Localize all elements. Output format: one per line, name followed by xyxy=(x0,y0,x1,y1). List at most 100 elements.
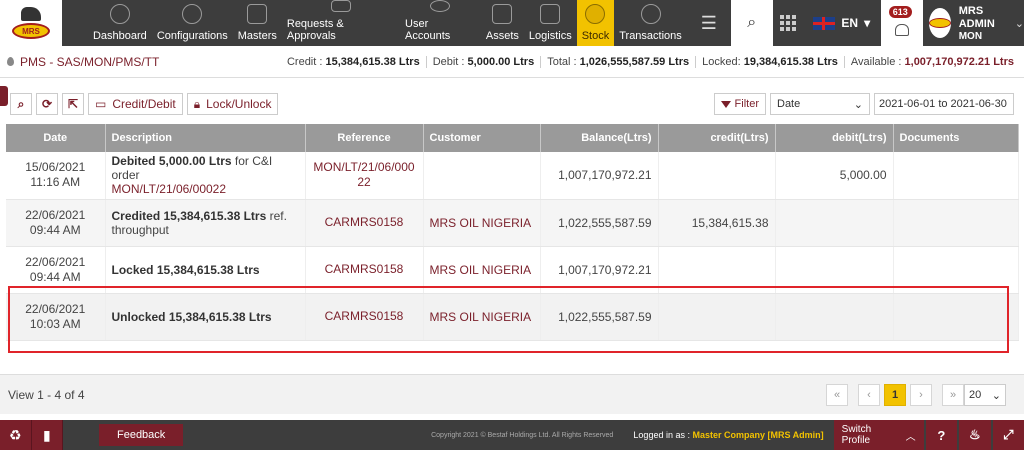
cell-date: 22/06/2021 09:44 AM xyxy=(6,246,106,294)
cell-documents xyxy=(893,199,1019,247)
cell-reference[interactable]: CARMRS0158 xyxy=(305,293,424,341)
col-reference[interactable]: Reference xyxy=(305,124,424,152)
nav-transactions[interactable]: Transactions xyxy=(614,0,687,46)
col-balance[interactable]: Balance(Ltrs) xyxy=(540,124,659,152)
cell-description: Unlocked 15,384,615.38 Ltrs xyxy=(105,293,306,341)
avatar xyxy=(928,8,951,38)
nav-configurations[interactable]: Configurations xyxy=(152,0,233,46)
cell-customer: MRS OIL NIGERIA xyxy=(423,199,541,247)
user-role: MON xyxy=(958,30,983,42)
credit-debit-button[interactable]: ▭ Credit/Debit xyxy=(88,93,183,115)
nav-dashboard[interactable]: Dashboard xyxy=(88,0,152,46)
user-menu[interactable]: MRS ADMIN MON ⌄ xyxy=(923,0,1024,46)
droplet-icon xyxy=(7,57,14,66)
coins-icon xyxy=(585,4,606,24)
cell-debit xyxy=(775,246,894,294)
order-link[interactable]: MON/LT/21/06/00022 xyxy=(112,182,227,196)
search-icon: ⌕ xyxy=(17,96,25,111)
current-page-button[interactable]: 1 xyxy=(884,384,906,406)
col-description[interactable]: Description xyxy=(105,124,306,152)
recycle-icon[interactable]: ♻ xyxy=(0,420,32,450)
table-row[interactable]: 15/06/2021 11:16 AM Debited 5,000.00 Ltrs… xyxy=(6,152,1019,200)
nav-logistics[interactable]: Logistics xyxy=(524,0,577,46)
refresh-button[interactable]: ⟳ xyxy=(36,93,58,115)
chevron-up-icon: ︿ xyxy=(905,431,916,443)
col-date[interactable]: Date xyxy=(6,124,106,152)
company-logo[interactable]: MRS xyxy=(0,0,62,46)
logged-in-info: Logged in as : Master Company [MRS Admin… xyxy=(633,430,824,440)
stock-ledger-table: Date Description Reference Customer Bala… xyxy=(6,124,1019,341)
cell-reference[interactable]: CARMRS0158 xyxy=(305,199,424,247)
nav-requests-approvals[interactable]: Requests & Approvals xyxy=(282,0,400,46)
nav-stock[interactable]: Stock xyxy=(576,0,615,46)
lock-unlock-button[interactable]: 🔒︎ Lock/Unlock xyxy=(186,93,279,115)
table-toolbar: ⌕ ⟳ ⇱ ▭ Credit/Debit 🔒︎ Lock/Unlock Filt… xyxy=(10,92,1014,116)
stock-summary-bar: PMS - SAS/MON/PMS/TT Credit : 15,384,615… xyxy=(0,46,1024,78)
prev-page-button[interactable]: ‹ xyxy=(858,384,880,406)
notifications-button[interactable]: 613 xyxy=(880,0,923,46)
date-range-input[interactable]: 2021-06-01 to 2021-06-30 xyxy=(874,93,1014,115)
card-icon: ▭ xyxy=(95,97,107,111)
pagination-bar: View 1 - 4 of 4 « ‹ 1 › » 20 ⌄ xyxy=(0,374,1024,414)
truck-icon xyxy=(540,4,561,24)
cell-documents xyxy=(893,152,1019,200)
col-documents[interactable]: Documents xyxy=(893,124,1019,152)
transfer-icon xyxy=(640,4,661,24)
chevron-down-icon: ⌄ xyxy=(853,98,863,111)
cell-credit xyxy=(658,246,776,294)
last-page-button[interactable]: » xyxy=(942,384,964,406)
cell-balance: 1,007,170,972.21 xyxy=(540,246,659,294)
next-page-button[interactable]: › xyxy=(910,384,932,406)
horse-icon xyxy=(20,7,41,21)
nav-masters[interactable]: Masters xyxy=(233,0,282,46)
top-navbar: MRS Dashboard Configurations Masters Req… xyxy=(0,0,1024,46)
user-name: MRS ADMIN xyxy=(958,4,995,30)
col-customer[interactable]: Customer xyxy=(423,124,541,152)
cell-date: 22/06/2021 09:44 AM xyxy=(6,199,106,247)
switch-profile-button[interactable]: Switch Profile ︿ xyxy=(833,420,924,450)
users-icon xyxy=(430,0,451,12)
cell-reference[interactable]: CARMRS0158 xyxy=(305,246,424,294)
fire-icon[interactable]: ♨ xyxy=(959,420,991,450)
fullscreen-icon[interactable]: ⤢ xyxy=(992,420,1024,450)
search-button[interactable]: ⌕ xyxy=(10,93,32,115)
language-selector[interactable]: EN ▾ xyxy=(803,0,881,46)
cell-date: 22/06/2021 10:03 AM xyxy=(6,293,106,341)
building-icon xyxy=(247,4,268,24)
caret-down-icon: ▾ xyxy=(864,16,871,30)
hamburger-menu-icon[interactable]: ☰ xyxy=(687,0,731,46)
nav-assets[interactable]: Assets xyxy=(481,0,524,46)
col-debit[interactable]: debit(Ltrs) xyxy=(775,124,894,152)
cell-balance: 1,022,555,587.59 xyxy=(540,293,659,341)
apps-grid-icon[interactable] xyxy=(773,0,803,46)
export-button[interactable]: ⇱ xyxy=(62,93,84,115)
feedback-button[interactable]: Feedback xyxy=(99,424,184,446)
table-header-row: Date Description Reference Customer Bala… xyxy=(6,124,1019,152)
document-icon xyxy=(330,0,351,12)
cell-customer xyxy=(423,152,541,200)
table-row[interactable]: 22/06/2021 09:44 AM Locked 15,384,615.38 … xyxy=(6,246,1019,294)
table-row[interactable]: 22/06/2021 10:03 AM Unlocked 15,384,615.3… xyxy=(6,293,1019,341)
cell-customer: MRS OIL NIGERIA xyxy=(423,293,541,341)
first-page-button[interactable]: « xyxy=(826,384,848,406)
nav-user-accounts[interactable]: User Accounts xyxy=(400,0,481,46)
cell-customer: MRS OIL NIGERIA xyxy=(423,246,541,294)
cell-reference[interactable]: MON/LT/21/06/000 22 xyxy=(305,152,424,200)
help-icon[interactable]: ? xyxy=(925,420,958,450)
cell-credit xyxy=(658,293,776,341)
filter-button[interactable]: Filter xyxy=(713,93,766,115)
date-field-select[interactable]: Date ⌄ xyxy=(770,93,870,115)
search-icon[interactable]: ⌕ xyxy=(730,0,773,46)
cell-credit xyxy=(658,152,776,200)
col-credit[interactable]: credit(Ltrs) xyxy=(658,124,776,152)
side-panel-toggle[interactable] xyxy=(0,86,8,106)
cell-description: Locked 15,384,615.38 Ltrs xyxy=(105,246,306,294)
pager: « ‹ 1 › » xyxy=(826,384,964,406)
cell-description: Credited 15,384,615.38 Ltrs ref. through… xyxy=(105,199,306,247)
page-size-select[interactable]: 20 ⌄ xyxy=(964,384,1006,406)
table-row[interactable]: 22/06/2021 09:44 AM Credited 15,384,615.3… xyxy=(6,199,1019,247)
breadcrumb: PMS - SAS/MON/PMS/TT xyxy=(0,55,281,69)
bookmark-icon[interactable]: ▮ xyxy=(31,420,64,450)
chevron-down-icon: ⌄ xyxy=(1014,17,1024,30)
cell-documents xyxy=(893,246,1019,294)
